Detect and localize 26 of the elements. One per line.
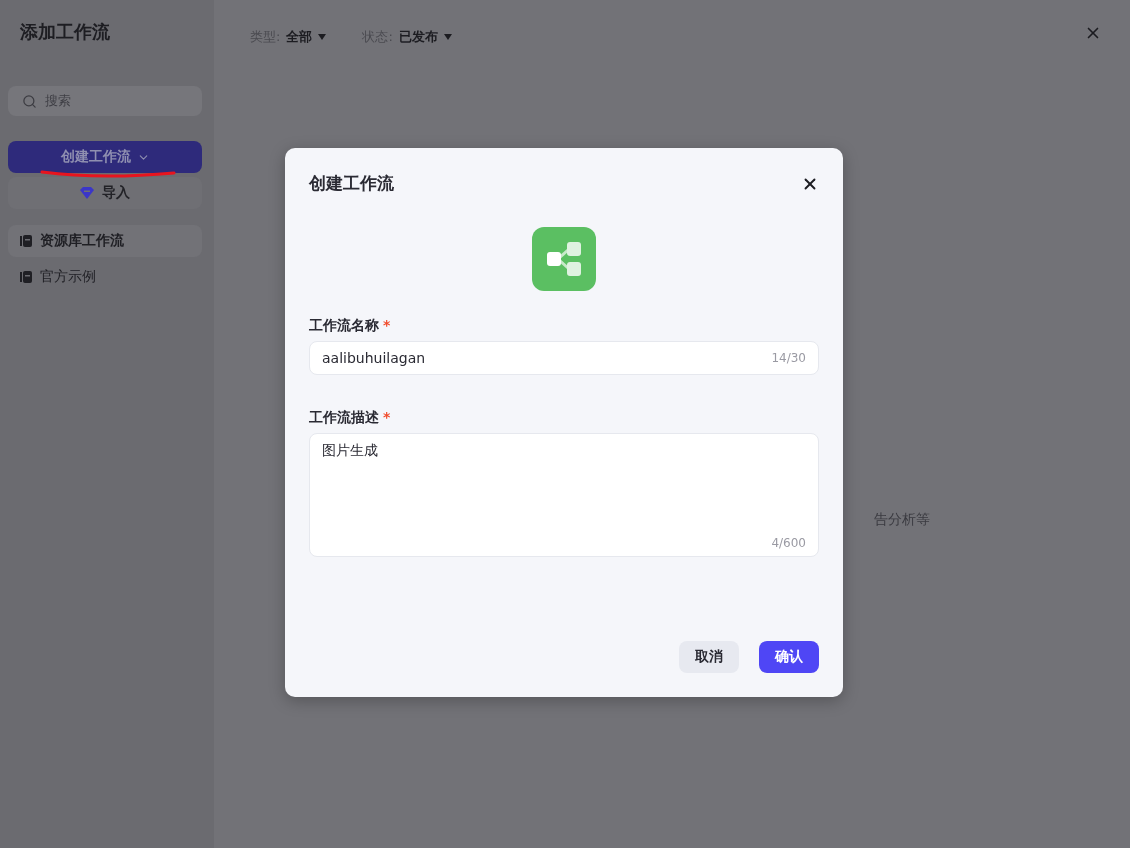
sidebar-item[interactable]: 资源库工作流 (8, 225, 202, 257)
confirm-button[interactable]: 确认 (759, 641, 819, 673)
caret-icon (443, 34, 452, 40)
required-mark: * (383, 317, 391, 335)
field-value: aalibuhuilagan (322, 350, 426, 366)
workflow-icon[interactable] (532, 227, 596, 291)
gem-icon (80, 187, 94, 199)
panel-title: 添加工作流 (19, 20, 111, 44)
sidebar-item[interactable]: 官方示例 (8, 261, 202, 293)
field-label: 工作流描述 (309, 409, 379, 427)
dialog-title: 创建工作流 (309, 172, 394, 195)
cancel-button[interactable]: 取消 (679, 641, 739, 673)
document-icon (20, 235, 32, 247)
description-field[interactable]: 图片生成 4/600 (309, 433, 819, 557)
search-field[interactable]: 搜索 (8, 86, 202, 116)
caret-icon (318, 34, 327, 40)
create-workflow-button[interactable]: 创建工作流 (8, 141, 202, 173)
required-mark: * (383, 409, 391, 427)
name-field[interactable]: aalibuhuilagan 14/30 (309, 341, 819, 375)
document-icon (20, 271, 32, 283)
search-icon (22, 93, 37, 109)
field-value: 图片生成 (322, 442, 378, 460)
character-count: 14/30 (771, 351, 806, 365)
field-label: 工作流名称 (309, 317, 379, 335)
import-button[interactable]: 导入 (8, 177, 202, 209)
character-count: 4/600 (771, 536, 806, 550)
